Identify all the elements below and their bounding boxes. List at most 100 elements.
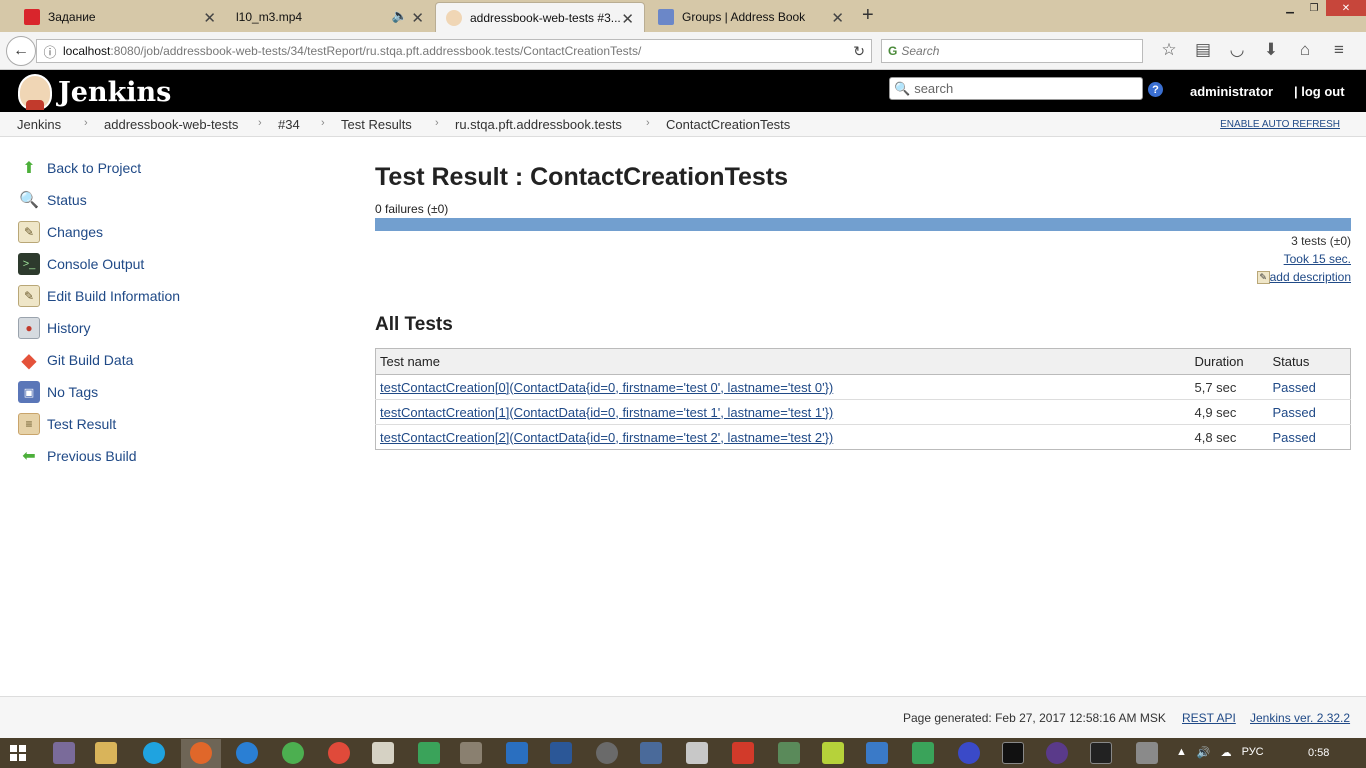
close-icon[interactable]: ✕ — [831, 9, 844, 27]
sidebar-item-history[interactable]: ● History — [18, 312, 180, 344]
took-link[interactable]: Took 15 sec. — [1284, 252, 1351, 266]
outlook-icon[interactable] — [506, 742, 528, 764]
chevron-right-icon[interactable]: › — [321, 117, 325, 129]
url-bar[interactable]: ⓘ localhost :8080/job/addressbook-web-te… — [36, 39, 872, 63]
browser-tab-jenkins[interactable]: addressbook-web-tests #3... ✕ — [435, 2, 645, 32]
breadcrumb-test-results[interactable]: Test Results — [341, 117, 412, 132]
taskbar-app-icon[interactable] — [778, 742, 800, 764]
new-tab-plus-icon[interactable]: + — [862, 4, 874, 27]
window-close-icon[interactable]: ✕ — [1326, 0, 1366, 16]
chevron-up-icon[interactable]: ▲ — [1176, 746, 1187, 759]
browser-search-input[interactable]: G Search — [881, 39, 1143, 63]
taskbar-app-icon[interactable] — [1136, 742, 1158, 764]
taskbar-app-icon[interactable] — [418, 742, 440, 764]
browser-tab-video[interactable]: l10_m3.mp4 🔈 ✕ — [226, 2, 434, 32]
notepad-app-icon[interactable] — [372, 742, 394, 764]
sidebar-item-git-build-data[interactable]: ◆ Git Build Data — [18, 344, 180, 376]
file-explorer-icon[interactable] — [95, 742, 117, 764]
clipboard-icon: ≡ — [18, 413, 40, 435]
word-icon[interactable] — [550, 742, 572, 764]
column-header-duration[interactable]: Duration — [1190, 348, 1269, 375]
enable-auto-refresh-link[interactable]: ENABLE AUTO REFRESH — [1220, 119, 1340, 130]
keyboard-language[interactable]: РУС — [1242, 746, 1264, 759]
sidebar-item-edit-build-information[interactable]: ✎ Edit Build Information — [18, 280, 180, 312]
info-icon[interactable]: ⓘ — [37, 42, 63, 61]
taskbar-app-icon[interactable] — [866, 742, 888, 764]
test-name-link[interactable]: testContactCreation[0](ContactData{id=0,… — [380, 380, 833, 395]
sidebar-item-back-to-project[interactable]: ⬆ Back to Project — [18, 152, 180, 184]
speaker-icon[interactable]: 🔈 — [392, 8, 408, 24]
column-header-test-name[interactable]: Test name — [375, 348, 1191, 375]
download-icon[interactable]: ⬇ — [1254, 40, 1288, 60]
sidebar-item-previous-build[interactable]: ⬅ Previous Build — [18, 440, 180, 472]
maximize-icon[interactable]: ❐ — [1302, 0, 1326, 16]
taskbar-app-icon[interactable] — [460, 742, 482, 764]
breadcrumb-class[interactable]: ContactCreationTests — [666, 117, 790, 132]
sidebar-item-changes[interactable]: ✎ Changes — [18, 216, 180, 248]
clock[interactable]: 0:58 — [1308, 747, 1329, 759]
taskbar-app-icon[interactable] — [732, 742, 754, 764]
add-description-link[interactable]: add description — [1270, 270, 1351, 284]
taskbar-app-icon[interactable] — [596, 742, 618, 764]
close-icon[interactable]: ✕ — [203, 9, 216, 27]
calculator-icon[interactable] — [686, 742, 708, 764]
close-icon[interactable]: ✕ — [621, 10, 634, 28]
sidebar-item-console-output[interactable]: >_ Console Output — [18, 248, 180, 280]
breadcrumb-jenkins[interactable]: Jenkins — [17, 117, 61, 132]
window-controls: ▁ ❐ ✕ — [1278, 0, 1366, 16]
internet-explorer-icon[interactable] — [236, 742, 258, 764]
close-icon[interactable]: ✕ — [411, 9, 424, 27]
menu-icon[interactable]: ≡ — [1322, 40, 1356, 60]
intellij-icon[interactable] — [1002, 742, 1024, 764]
pocket-icon[interactable]: ◡ — [1220, 40, 1254, 60]
logout-link[interactable]: | log out — [1294, 84, 1345, 99]
breadcrumb-build[interactable]: #34 — [278, 117, 300, 132]
browser-search-placeholder: Search — [901, 44, 940, 58]
browser-tab-groups[interactable]: Groups | Address Book ✕ — [648, 2, 854, 32]
taskbar-app-icon[interactable] — [912, 742, 934, 764]
jenkins-search-input[interactable]: 🔍 search — [889, 77, 1143, 100]
taskbar-app-icon[interactable] — [640, 742, 662, 764]
test-name-link[interactable]: testContactCreation[2](ContactData{id=0,… — [380, 430, 833, 445]
skype-icon[interactable] — [143, 742, 165, 764]
taskbar-app-icon[interactable] — [1046, 742, 1068, 764]
reload-icon[interactable]: ↻ — [853, 43, 865, 60]
chevron-right-icon[interactable]: › — [84, 117, 88, 129]
windows-start-icon[interactable] — [10, 745, 26, 761]
column-header-status[interactable]: Status — [1268, 348, 1351, 375]
home-icon[interactable]: ⌂ — [1288, 40, 1322, 60]
taskbar-app-icon[interactable] — [822, 742, 844, 764]
taskbar-app-icon[interactable] — [958, 742, 980, 764]
test-duration: 5,7 sec — [1190, 374, 1269, 400]
taskbar-app-icon[interactable] — [53, 742, 75, 764]
test-status: Passed — [1272, 429, 1316, 445]
test-result-bar — [375, 218, 1351, 231]
jenkins-version-link[interactable]: Jenkins ver. 2.32.2 — [1250, 711, 1350, 725]
browser-tab-zadanie[interactable]: Задание ✕ — [14, 2, 226, 32]
network-icon[interactable]: ☁ — [1221, 746, 1232, 759]
chevron-right-icon[interactable]: › — [435, 117, 439, 129]
chevron-right-icon[interactable]: › — [258, 117, 262, 129]
breadcrumb-job[interactable]: addressbook-web-tests — [104, 117, 238, 132]
rest-api-link[interactable]: REST API — [1182, 711, 1236, 725]
chrome-icon[interactable] — [282, 742, 304, 764]
taskbar-app-icon[interactable] — [328, 742, 350, 764]
sidebar-item-test-result[interactable]: ≡ Test Result — [18, 408, 180, 440]
sidebar-item-status[interactable]: 🔍 Status — [18, 184, 180, 216]
chevron-right-icon[interactable]: › — [646, 117, 650, 129]
notepad-edit-icon: ✎ — [1256, 271, 1270, 285]
user-link[interactable]: administrator — [1190, 84, 1273, 99]
minimize-icon[interactable]: ▁ — [1278, 0, 1302, 16]
back-arrow-icon[interactable]: ← — [6, 36, 36, 66]
cmd-icon[interactable] — [1090, 742, 1112, 764]
bookmark-star-icon[interactable]: ☆ — [1152, 40, 1186, 60]
firefox-icon[interactable] — [190, 742, 212, 764]
magnifier-icon: 🔍 — [19, 192, 39, 209]
volume-icon[interactable]: 🔊 — [1197, 746, 1211, 759]
sidebar-item-no-tags[interactable]: ▣ No Tags — [18, 376, 180, 408]
reading-list-icon[interactable]: ▤ — [1186, 40, 1220, 60]
test-name-link[interactable]: testContactCreation[1](ContactData{id=0,… — [380, 405, 833, 420]
jenkins-logo[interactable]: Jenkins — [18, 74, 171, 110]
breadcrumb-package[interactable]: ru.stqa.pft.addressbook.tests — [455, 117, 622, 132]
help-icon[interactable]: ? — [1148, 82, 1163, 97]
